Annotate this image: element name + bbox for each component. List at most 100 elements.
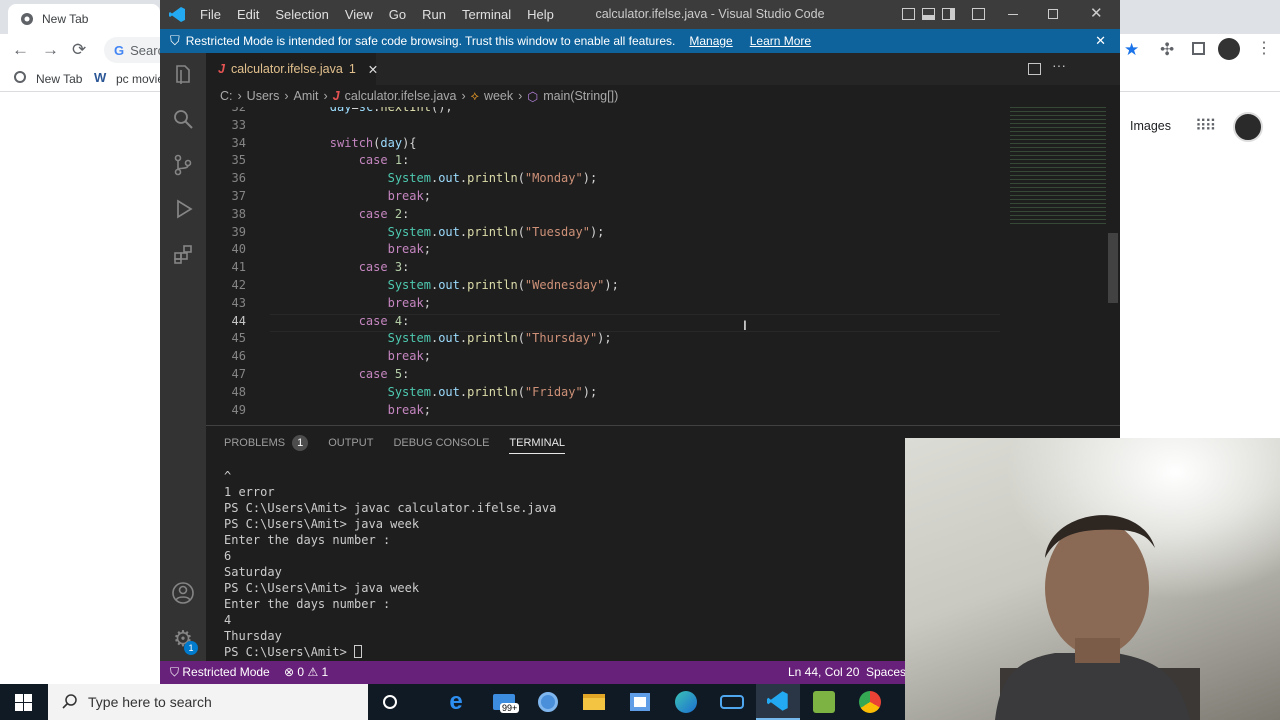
line-number: 40 [231,242,246,257]
vscode-taskbar-icon[interactable] [756,684,800,720]
menu-view[interactable]: View [337,7,381,22]
extensions-icon[interactable] [160,235,206,275]
back-arrow-icon[interactable]: ← [12,40,29,60]
maximize-icon[interactable] [1048,9,1058,19]
customize-layout-icon[interactable] [972,8,985,20]
code-line: day=sc.nextInt(); [329,107,453,114]
restricted-label: Restricted Mode [182,665,270,679]
line-number: 36 [231,171,246,186]
breadcrumb-file[interactable]: calculator.ifelse.java [345,89,457,103]
status-indentation[interactable]: Spaces: [866,665,909,679]
tab-debug-console[interactable]: DEBUG CONSOLE [393,437,489,449]
task-view-icon[interactable] [376,689,404,715]
bookmark-pc-movie[interactable]: pc movie [116,72,164,86]
terminal-output[interactable]: ^ 1 error PS C:\Users\Amit> javac calcul… [224,468,556,660]
breadcrumb-amit[interactable]: Amit [294,89,319,103]
status-restricted-mode[interactable]: ⛉ Restricted Mode [170,665,270,680]
line-number: 34 [231,135,246,150]
breadcrumb-drive[interactable]: C: [220,89,233,103]
java-file-icon: J [332,89,340,103]
remote-app-icon[interactable] [718,689,746,715]
code-editor[interactable]: 32 day=sc.nextInt(); 33 34 switch(day){35 … [206,107,1120,425]
tab-problems-label: PROBLEMS [224,437,286,449]
taskbar-search-box[interactable]: Type here to search [48,684,368,720]
code-line: System.out.println("Monday"); [387,171,598,186]
editor-scrollbar[interactable] [1108,233,1118,303]
breadcrumb-method[interactable]: main(String[]) [543,89,618,103]
banner-learn-more-link[interactable]: Learn More [750,34,811,48]
menu-selection[interactable]: Selection [267,7,336,22]
windows-start-icon[interactable] [15,694,32,711]
code-line: System.out.println("Thursday"); [387,331,612,346]
problems-badge: 1 [292,435,309,451]
chrome-tab-title: New Tab [42,12,89,26]
android-studio-icon[interactable] [810,689,838,715]
run-debug-icon[interactable] [160,189,206,229]
code-line: System.out.println("Tuesday"); [387,224,605,239]
forward-arrow-icon[interactable]: → [42,40,59,60]
text-cursor-icon: I [743,317,747,333]
side-panel-icon[interactable] [1192,42,1205,55]
file-explorer-icon[interactable] [580,689,608,715]
globe-icon [14,71,26,83]
menu-terminal[interactable]: Terminal [454,7,519,22]
reload-icon[interactable]: ⟳ [72,40,86,60]
line-number: 48 [231,384,246,399]
activity-bar: ⚙ 1 [160,53,206,661]
chrome-menu-icon[interactable]: ⋮ [1256,38,1272,58]
bookmark-star-icon[interactable]: ★ [1124,40,1139,60]
line-number: 46 [231,349,246,364]
split-editor-icon[interactable] [1028,63,1041,75]
extensions-icon[interactable]: ✣ [1160,40,1174,60]
menu-go[interactable]: Go [381,7,414,22]
status-problems[interactable]: ⊗ 0 ⚠ 1 [284,665,328,679]
toggle-secondary-sidebar-icon[interactable] [942,8,955,20]
tab-output[interactable]: OUTPUT [328,437,373,449]
code-line: case 2: [358,206,410,221]
error-icon: ⊗ [284,665,295,679]
bookmark-newtab[interactable]: New Tab [36,72,82,86]
menu-file[interactable]: File [192,7,229,22]
terminal-text: ^ 1 error PS C:\Users\Amit> javac calcul… [224,469,557,659]
code-line: break; [387,189,431,203]
breadcrumb-sep-icon: › [323,89,328,103]
status-cursor-position[interactable]: Ln 44, Col 20 [788,665,859,679]
store-icon[interactable] [626,689,654,715]
mail-icon[interactable]: 99+ [490,689,520,715]
line-number: 37 [231,189,246,203]
chrome-tab[interactable]: New Tab [8,4,160,34]
line-number: 35 [231,153,246,168]
line-number: 38 [231,206,246,221]
tab-terminal[interactable]: TERMINAL [509,437,566,454]
breadcrumb-class[interactable]: week [484,89,513,103]
browser-icon[interactable] [534,689,562,715]
menu-help[interactable]: Help [519,7,562,22]
explorer-icon[interactable] [160,55,206,95]
apps-grid-icon[interactable]: ⠿⠿ [1195,116,1216,136]
chrome-icon[interactable] [856,689,884,715]
edge-icon[interactable] [672,689,700,715]
manage-gear-icon[interactable]: ⚙ 1 [160,619,206,659]
minimap[interactable] [1010,107,1106,227]
more-actions-icon[interactable]: ··· [1052,57,1066,73]
edge-legacy-icon[interactable]: e [442,688,470,715]
tab-close-icon[interactable]: ✕ [368,62,378,77]
images-link[interactable]: Images [1130,119,1171,133]
source-control-icon[interactable] [160,145,206,185]
google-avatar[interactable] [1233,112,1263,142]
class-icon: ⟡ [470,88,479,103]
menu-edit[interactable]: Edit [229,7,267,22]
banner-close-icon[interactable]: ✕ [1095,33,1106,49]
search-icon[interactable] [160,99,206,139]
window-close-icon[interactable]: ✕ [1090,4,1103,22]
toggle-panel-icon[interactable] [922,8,935,20]
accounts-icon[interactable] [160,573,206,613]
breadcrumb-users[interactable]: Users [247,89,280,103]
menu-run[interactable]: Run [414,7,454,22]
minimize-icon[interactable] [1008,14,1018,15]
profile-avatar[interactable] [1218,38,1240,60]
tab-problems[interactable]: PROBLEMS 1 [224,435,309,451]
toggle-sidebar-icon[interactable] [902,8,915,20]
banner-manage-link[interactable]: Manage [689,34,732,48]
tab-calculator-ifelse[interactable]: J calculator.ifelse.java 1 ✕ [206,53,378,85]
